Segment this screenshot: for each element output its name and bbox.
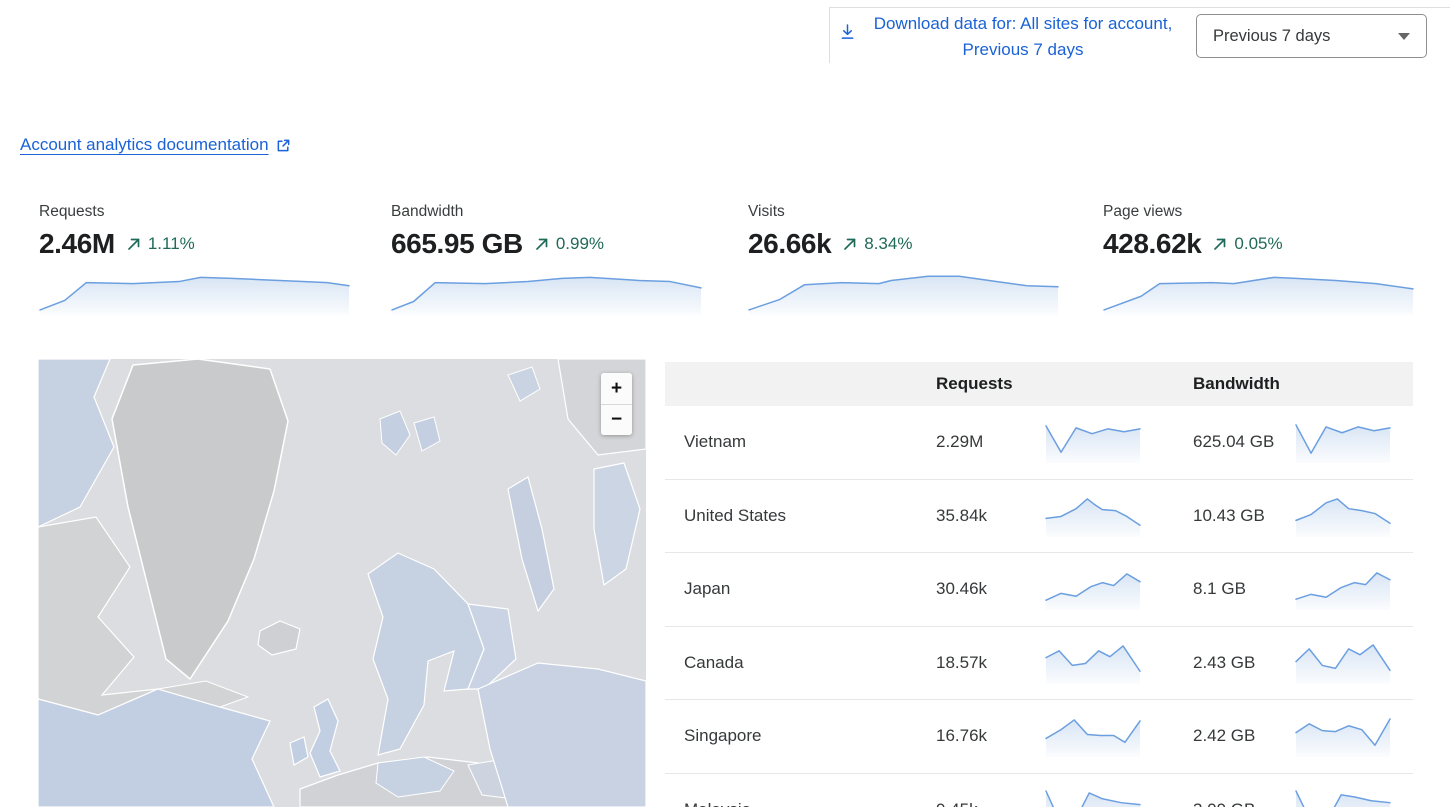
bandwidth-value: 3.09 GB	[1193, 800, 1295, 807]
table-row: United States 35.84k 10.43 GB	[665, 480, 1413, 554]
requests-sparkline	[1045, 421, 1193, 463]
chevron-down-icon	[1398, 33, 1410, 40]
trend-up-icon	[842, 236, 858, 252]
stat-delta-value: 8.34%	[864, 234, 912, 254]
countries-table: Requests Bandwidth Vietnam 2.29M 625.04 …	[665, 362, 1413, 807]
requests-column-header: Requests	[936, 374, 1045, 394]
bandwidth-sparkline	[391, 268, 702, 315]
requests-value: 16.76k	[936, 726, 1045, 746]
stat-label: Requests	[39, 203, 350, 221]
bandwidth-sparkline	[1295, 495, 1413, 537]
stat-value: 665.95 GB	[391, 228, 523, 260]
stat-value: 2.46M	[39, 228, 115, 260]
date-range-value: Previous 7 days	[1213, 27, 1330, 46]
stat-value: 428.62k	[1103, 228, 1201, 260]
bandwidth-sparkline	[1295, 568, 1413, 610]
choropleth-map-graphic	[38, 359, 646, 807]
trend-up-icon	[1212, 236, 1228, 252]
stat-label: Bandwidth	[391, 203, 702, 221]
requests-value: 18.57k	[936, 653, 1045, 673]
country-name: Japan	[665, 579, 936, 599]
bandwidth-value: 2.43 GB	[1193, 653, 1295, 673]
date-range-dropdown[interactable]: Previous 7 days	[1196, 14, 1427, 58]
download-link-line1: Download data for: All sites for account…	[874, 14, 1173, 33]
country-name: Vietnam	[665, 432, 936, 452]
requests-sparkline	[1045, 642, 1193, 684]
table-row: Japan 30.46k 8.1 GB	[665, 553, 1413, 627]
country-name: Singapore	[665, 726, 936, 746]
stat-delta: 8.34%	[842, 234, 912, 254]
requests-sparkline	[1045, 715, 1193, 757]
stat-delta-value: 1.11%	[148, 234, 195, 254]
stat-delta: 0.99%	[534, 234, 604, 254]
world-map[interactable]: + −	[38, 359, 646, 807]
requests-value: 9.45k	[936, 800, 1045, 807]
table-row: Canada 18.57k 2.43 GB	[665, 627, 1413, 701]
download-link-line2: Previous 7 days	[963, 40, 1084, 59]
documentation-link[interactable]: Account analytics documentation	[20, 135, 291, 155]
stat-value: 26.66k	[748, 228, 831, 260]
bandwidth-sparkline	[1295, 789, 1413, 807]
download-data-link[interactable]: Download data for: All sites for account…	[840, 11, 1179, 63]
stat-delta-value: 0.99%	[556, 234, 604, 254]
stat-delta: 1.11%	[126, 234, 195, 254]
bandwidth-sparkline	[1295, 715, 1413, 757]
bandwidth-value: 10.43 GB	[1193, 506, 1295, 526]
stat-card-page-views: Page views 428.62k 0.05%	[1103, 203, 1414, 315]
table-header-row: Requests Bandwidth	[665, 362, 1413, 406]
map-zoom-controls: + −	[601, 373, 632, 435]
table-row: Vietnam 2.29M 625.04 GB	[665, 406, 1413, 480]
requests-value: 2.29M	[936, 432, 1045, 452]
country-name: Malaysia	[665, 800, 936, 807]
country-name: Canada	[665, 653, 936, 673]
requests-sparkline	[1045, 495, 1193, 537]
stat-label: Page views	[1103, 203, 1414, 221]
map-zoom-out-button[interactable]: −	[601, 404, 632, 435]
requests-sparkline	[39, 268, 350, 315]
requests-value: 35.84k	[936, 506, 1045, 526]
stat-delta-value: 0.05%	[1234, 234, 1282, 254]
map-zoom-in-button[interactable]: +	[601, 373, 632, 404]
visits-sparkline	[748, 268, 1059, 315]
bandwidth-column-header: Bandwidth	[1193, 374, 1295, 394]
table-row: Singapore 16.76k 2.42 GB	[665, 700, 1413, 774]
table-row: Malaysia 9.45k 3.09 GB	[665, 774, 1413, 807]
page-views-sparkline	[1103, 268, 1414, 315]
country-name: United States	[665, 506, 936, 526]
bandwidth-sparkline	[1295, 642, 1413, 684]
stat-card-requests: Requests 2.46M 1.11%	[39, 203, 350, 315]
bandwidth-value: 8.1 GB	[1193, 579, 1295, 599]
header-divider-line	[829, 7, 1450, 8]
bandwidth-sparkline	[1295, 421, 1413, 463]
trend-up-icon	[534, 236, 550, 252]
stat-delta: 0.05%	[1212, 234, 1282, 254]
stat-label: Visits	[748, 203, 1059, 221]
bandwidth-value: 625.04 GB	[1193, 432, 1295, 452]
account-analytics-page: Download data for: All sites for account…	[0, 0, 1450, 807]
download-link-label: Download data for: All sites for account…	[867, 11, 1179, 63]
bandwidth-value: 2.42 GB	[1193, 726, 1295, 746]
documentation-link-label: Account analytics documentation	[20, 135, 269, 155]
requests-value: 30.46k	[936, 579, 1045, 599]
trend-up-icon	[126, 236, 142, 252]
header-divider-vertical	[829, 7, 830, 63]
download-icon	[840, 24, 855, 46]
requests-sparkline	[1045, 568, 1193, 610]
stat-card-visits: Visits 26.66k 8.34%	[748, 203, 1059, 315]
external-link-icon	[276, 138, 291, 153]
requests-sparkline	[1045, 789, 1193, 807]
stat-card-bandwidth: Bandwidth 665.95 GB 0.99%	[391, 203, 702, 315]
